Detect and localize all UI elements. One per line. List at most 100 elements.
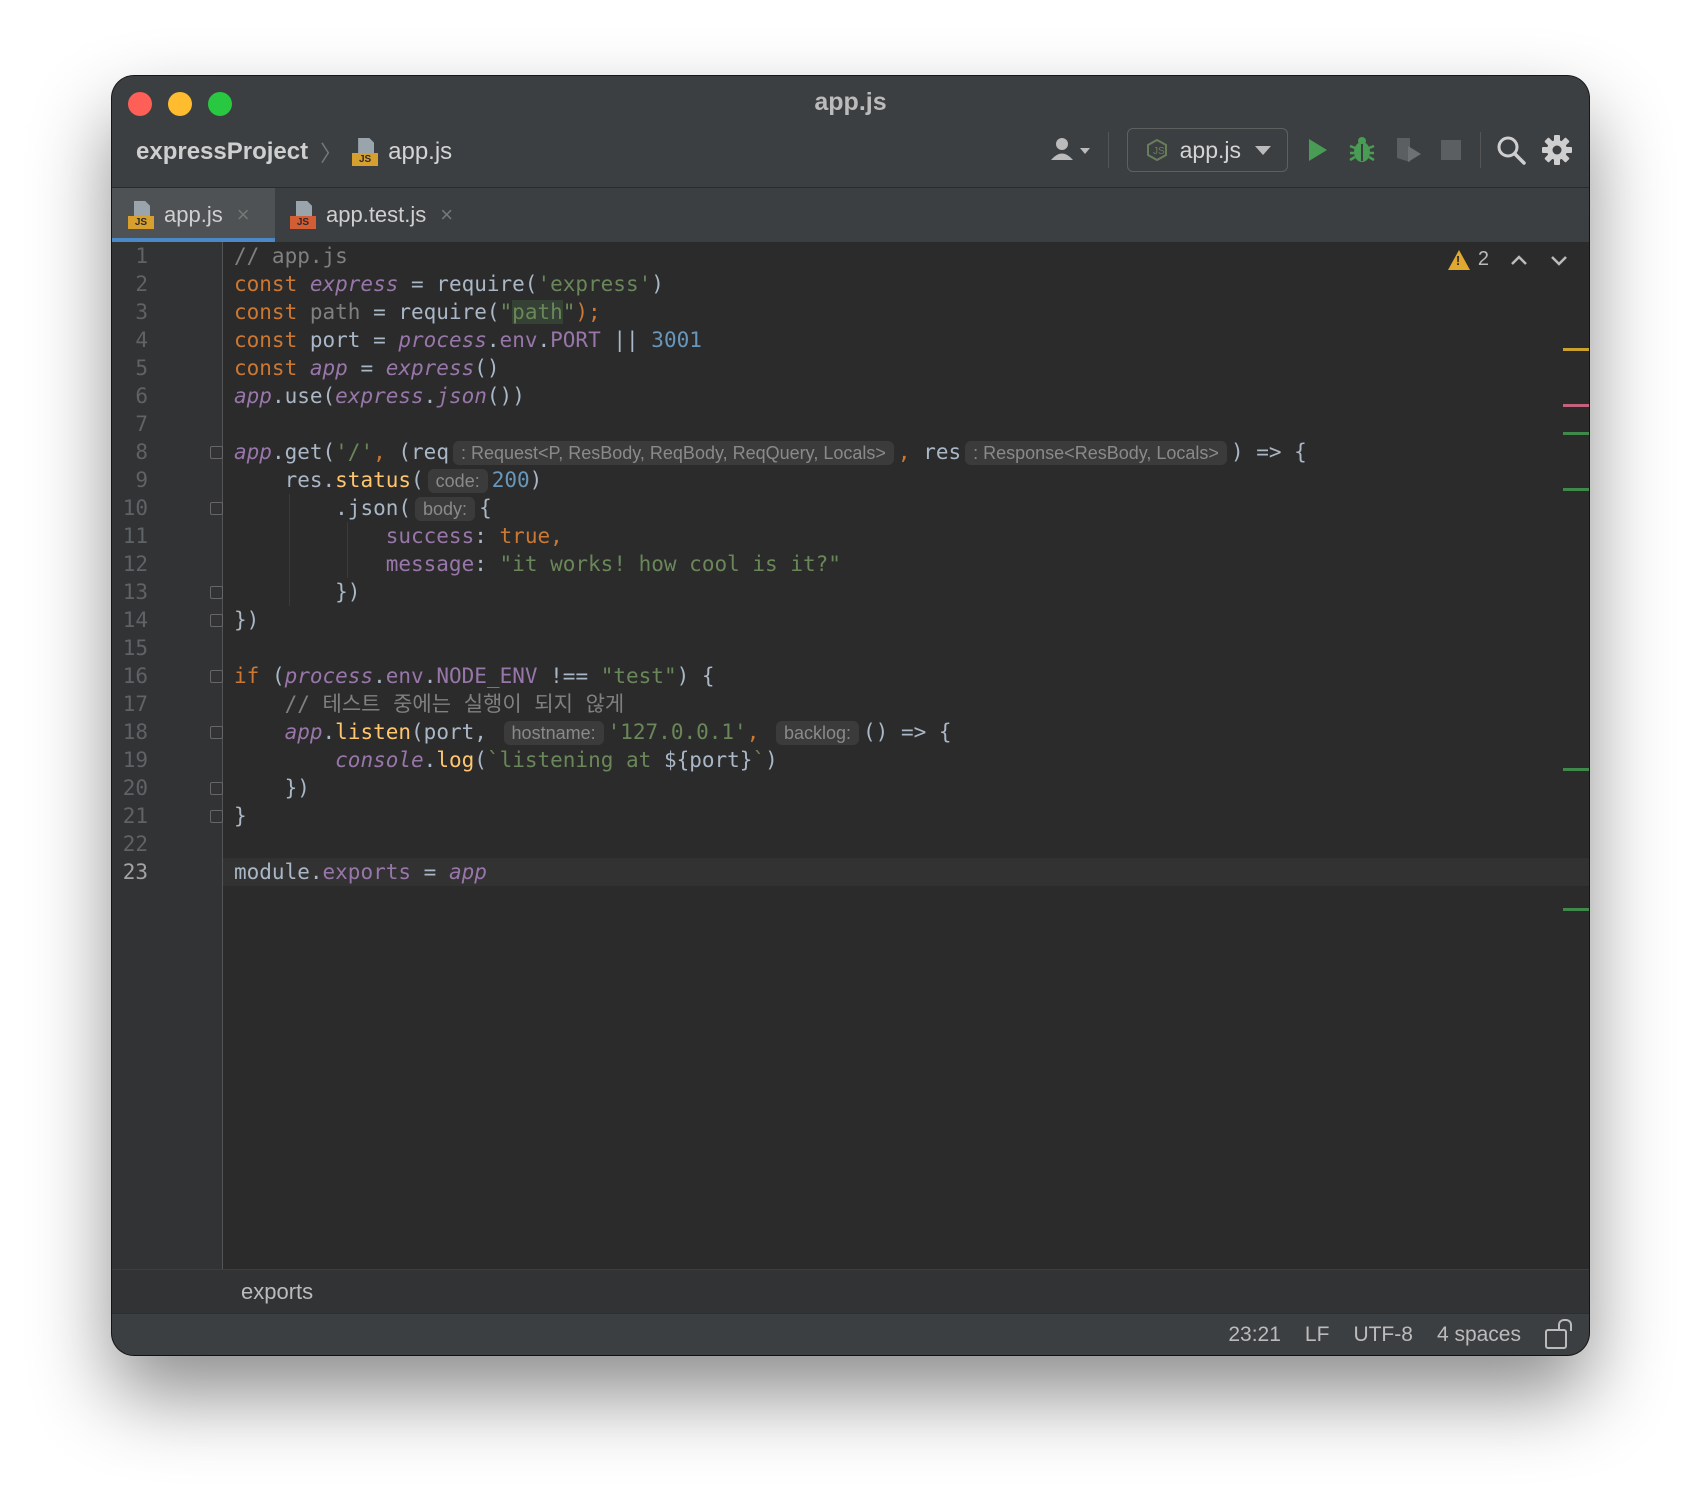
js-test-file-icon: JS: [290, 201, 318, 229]
code-breadcrumb-item[interactable]: exports: [241, 1279, 313, 1305]
warning-icon: [1447, 249, 1470, 270]
fold-marker-icon[interactable]: [210, 502, 223, 515]
code-token: = require(: [360, 300, 500, 324]
code-token: }): [234, 774, 310, 802]
tab-label: app.js: [164, 202, 223, 227]
code-line: 10 .json(body:{: [112, 494, 1589, 522]
code-token: .: [486, 328, 500, 352]
code-token: 3001: [651, 328, 702, 352]
code-token: }): [284, 776, 310, 800]
settings-button[interactable]: [1541, 130, 1573, 170]
svg-text:JS: JS: [1153, 146, 1165, 157]
code-token: .: [423, 384, 437, 408]
code-token: .json(: [335, 496, 412, 520]
code-token: ): [651, 272, 664, 296]
tab-app-test-js[interactable]: JS app.test.js ×: [274, 188, 469, 242]
chevron-up-icon[interactable]: [1507, 250, 1531, 270]
code-token: `listening at: [486, 748, 664, 772]
code-token: (port,: [411, 720, 500, 744]
breadcrumb-file[interactable]: app.js: [388, 138, 452, 166]
bug-icon: [1349, 137, 1375, 162]
unlock-icon[interactable]: [1545, 1328, 1567, 1349]
code-token: ": [562, 300, 576, 324]
file-encoding[interactable]: UTF-8: [1353, 1323, 1413, 1347]
code-editor[interactable]: 2 1// app.js 2const express = require('e…: [112, 242, 1589, 1269]
code-token: 8: [135, 440, 148, 464]
parameter-name-hint: body:: [415, 497, 476, 521]
toolbar-divider: [1107, 132, 1109, 168]
debug-button[interactable]: [1346, 130, 1378, 170]
code-token: module.: [234, 860, 323, 884]
inspection-widget[interactable]: 2: [1447, 248, 1571, 271]
vcs-user-button[interactable]: [1048, 130, 1092, 170]
code-token: const express = require('express'): [234, 270, 664, 298]
code-token: 200: [491, 468, 530, 492]
code-token: // app.js: [234, 244, 348, 268]
run-configuration-select[interactable]: JS app.js: [1126, 128, 1288, 172]
code-token: 13: [122, 580, 148, 604]
fold-marker-icon[interactable]: [210, 586, 223, 599]
code-token: "it works! how cool is it?": [499, 552, 841, 576]
code-token: 11: [122, 524, 148, 548]
code-token: console: [335, 748, 424, 772]
code-line: 16 if (process.env.NODE_ENV !== "test") {: [112, 662, 1589, 690]
code-token: }: [234, 802, 247, 830]
code-token: app: [309, 356, 348, 380]
code-area[interactable]: 1// app.js 2 const express = require('exp…: [112, 242, 1589, 886]
change-stripe-marker[interactable]: [1563, 908, 1589, 911]
chevron-down-icon[interactable]: [1547, 250, 1571, 270]
tab-label: app.test.js: [326, 202, 427, 227]
code-token: 7: [135, 412, 148, 436]
code-token: :: [474, 552, 500, 576]
code-token: app: [448, 860, 487, 884]
line-separator[interactable]: LF: [1305, 1323, 1330, 1347]
parameter-type-hint: : Request<P, ResBody, ReqBody, ReqQuery,…: [452, 441, 894, 465]
close-icon[interactable]: ×: [440, 202, 453, 228]
breadcrumb: expressProject 〉 JS app.js: [136, 134, 452, 170]
code-token: process: [284, 664, 374, 688]
code-token: app.listen(port, hostname: '127.0.0.1', b…: [234, 718, 952, 746]
code-token: 2: [135, 272, 148, 296]
fold-marker-icon[interactable]: [210, 726, 223, 739]
code-token: 23: [122, 860, 148, 884]
code-line: 8 app.get('/', (req: Request<P, ResBody, …: [112, 438, 1589, 466]
fold-marker-icon[interactable]: [210, 446, 223, 459]
play-icon: [1309, 139, 1327, 161]
indent-setting[interactable]: 4 spaces: [1437, 1323, 1521, 1347]
code-token: const app = express(): [234, 354, 500, 382]
js-file-icon: JS: [352, 138, 380, 166]
fold-marker-icon[interactable]: [210, 670, 223, 683]
code-token: env: [499, 328, 538, 352]
stop-button[interactable]: [1438, 130, 1464, 170]
code-token: "test": [600, 664, 677, 688]
breadcrumb-project[interactable]: expressProject: [136, 138, 308, 166]
close-icon[interactable]: ×: [237, 202, 250, 228]
code-token: ): [765, 748, 778, 772]
code-token: app.use(express.json()): [234, 382, 525, 410]
code-line: 21}: [112, 802, 1589, 830]
code-token: // app.js: [234, 242, 348, 270]
run-configuration-label: app.js: [1179, 136, 1241, 163]
tab-app-js[interactable]: JS app.js ×: [112, 188, 275, 242]
code-token: .use(: [271, 384, 336, 408]
coverage-icon: [1397, 138, 1421, 162]
status-bar: 23:21 LF UTF-8 4 spaces: [112, 1313, 1589, 1355]
fold-marker-icon[interactable]: [210, 782, 223, 795]
run-button[interactable]: [1302, 130, 1332, 170]
window-title: app.js: [814, 88, 887, 116]
code-token: express: [335, 384, 424, 408]
search-everywhere-button[interactable]: [1495, 130, 1527, 170]
run-with-coverage-button[interactable]: [1392, 130, 1424, 170]
code-token: 17: [122, 692, 148, 716]
fold-marker-icon[interactable]: [210, 614, 223, 627]
code-token: (: [411, 468, 424, 492]
ide-window: app.js expressProject 〉 JS app.js JS app…: [112, 76, 1589, 1355]
code-token: .json(body:{: [234, 494, 492, 522]
code-token: .: [423, 748, 437, 772]
code-token: res.status(code: 200): [234, 466, 542, 494]
caret-position[interactable]: 23:21: [1228, 1323, 1281, 1347]
fold-marker-icon[interactable]: [210, 810, 223, 823]
code-token: true,: [499, 524, 563, 548]
code-token: }): [234, 606, 259, 634]
code-token: path: [309, 300, 361, 324]
